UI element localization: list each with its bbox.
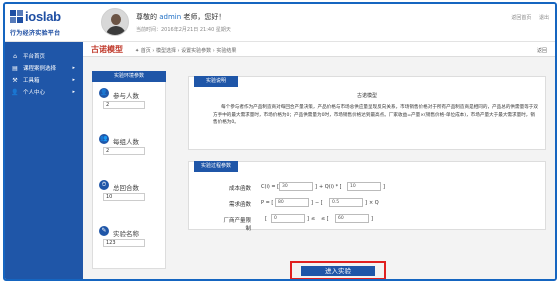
breadcrumb-path[interactable]: ✦ 首页 › 模型选择 › 设置实验参数 › 实验结果 bbox=[135, 47, 236, 54]
eq-text: [ bbox=[265, 216, 267, 222]
demand-slope-input[interactable]: 0.5 bbox=[329, 198, 363, 207]
output-max-input[interactable]: 60 bbox=[335, 214, 369, 223]
cost-function-row: 成本函数 C(i) = [ 30 ] + Q(i) * [ 10 ] bbox=[189, 182, 547, 192]
eq-text: − [ bbox=[315, 200, 323, 206]
row-label: 需求函数 bbox=[228, 202, 251, 208]
chevron-right-icon: ▸ bbox=[72, 65, 75, 71]
eq-text: ] bbox=[315, 184, 317, 190]
enter-experiment-button[interactable]: 进入实验 bbox=[301, 266, 375, 276]
clock-icon: ⏱ bbox=[99, 180, 109, 190]
avatar[interactable] bbox=[101, 8, 129, 36]
rounds-field[interactable]: 10 bbox=[103, 193, 145, 201]
tag-icon: ✎ bbox=[99, 226, 109, 236]
chevron-right-icon: ▸ bbox=[72, 77, 75, 83]
cost-unit-input[interactable]: 10 bbox=[347, 182, 381, 191]
demand-intercept-input[interactable]: 80 bbox=[275, 198, 309, 207]
group-size-field[interactable]: 2 bbox=[103, 147, 145, 155]
param-label: 参与人数 bbox=[113, 92, 139, 100]
output-limit-row: 厂商产量限制 [ 0 ] ≤ ≤ [ 60 ] bbox=[189, 214, 547, 232]
process-params-panel: 实验过程参数 成本函数 C(i) = [ 30 ] + Q(i) * [ 10 … bbox=[188, 161, 547, 232]
logo[interactable]: ioslab 行为经济实验平台 bbox=[10, 8, 76, 38]
output-min-input[interactable]: 0 bbox=[271, 214, 305, 223]
eq-text: ] bbox=[365, 200, 367, 206]
chevron-right-icon: ▸ bbox=[72, 89, 75, 95]
greeting-prefix: 尊敬的 bbox=[136, 13, 157, 21]
logo-subtitle: 行为经济实验平台 bbox=[10, 30, 61, 37]
sidebar-item-profile[interactable]: 👤 个人中心 ▸ bbox=[5, 86, 83, 98]
eq-text: C(i) = [ bbox=[261, 184, 280, 190]
book-icon: ▤ bbox=[12, 64, 18, 72]
eq-text: P = [ bbox=[261, 200, 274, 206]
breadcrumb: 古诺模型 ✦ 首页 › 模型选择 › 设置实验参数 › 实验结果 返回 bbox=[83, 42, 555, 57]
sidebar-item-label: 个人中心 bbox=[23, 90, 46, 96]
demand-function-row: 需求函数 P = [ 80 ] − [ 0.5 ] × Q bbox=[189, 198, 547, 208]
eq-text: ] bbox=[307, 216, 309, 222]
user-name[interactable]: admin bbox=[159, 13, 181, 21]
process-params-title: 实验过程参数 bbox=[194, 161, 238, 172]
eq-text: ] bbox=[371, 216, 373, 222]
sidebar: ⌂ 平台首页 ▤ 课程案例选择 ▸ ⚒ 工具箱 ▸ 👤 个人中心 ▸ bbox=[5, 42, 83, 279]
participants-field[interactable]: 2 bbox=[103, 101, 145, 109]
eq-text: × Q bbox=[369, 200, 379, 206]
intro-panel: 实验说明 古诺模型 每个参与者作为产品制造商对每回合产量决策，产品价格与市场总供… bbox=[188, 76, 546, 150]
intro-panel-title: 实验说明 bbox=[194, 76, 238, 87]
param-label: 实验名称 bbox=[113, 230, 139, 238]
eq-text: ] bbox=[311, 200, 313, 206]
sidebar-item-home[interactable]: ⌂ 平台首页 bbox=[5, 50, 83, 62]
row-label: 成本函数 bbox=[228, 186, 251, 192]
eq-text: ] bbox=[383, 184, 385, 190]
logo-mark-icon bbox=[10, 10, 24, 24]
sidebar-item-label: 工具箱 bbox=[23, 78, 40, 84]
param-label: 每组人数 bbox=[113, 138, 139, 146]
row-label: 厂商产量限制 bbox=[223, 218, 251, 232]
person-icon: 👤 bbox=[99, 88, 109, 98]
param-label: 总回合数 bbox=[113, 184, 139, 192]
user-icon: 👤 bbox=[11, 88, 19, 96]
current-time: 当前时间：2016年2月21日 21:40 星期天 bbox=[136, 27, 231, 33]
env-params-title: 实验环境参数 bbox=[92, 71, 166, 82]
sidebar-item-label: 平台首页 bbox=[23, 54, 46, 60]
home-icon: ⌂ bbox=[13, 52, 17, 60]
logo-text: ioslab bbox=[25, 9, 61, 24]
greeting: 尊敬的 admin 老师，您好！ bbox=[136, 12, 225, 22]
env-params-panel: 实验环境参数 👤 参与人数 2 👥 每组人数 2 ⏱ 总回合数 10 ✎ 实验名… bbox=[92, 71, 166, 269]
eq-text: ≤ bbox=[311, 216, 316, 222]
top-header: ioslab 行为经济实验平台 尊敬的 admin 老师，您好！ 当前时间：20… bbox=[5, 4, 555, 42]
intro-text: 每个参与者作为产品制造商对每回合产量决策，产品价格与市场总供应量呈现反向关系，市… bbox=[213, 105, 538, 125]
back-link[interactable]: 返回 bbox=[537, 47, 547, 54]
main-content: 古诺模型 ✦ 首页 › 模型选择 › 设置实验参数 › 实验结果 返回 实验环境… bbox=[83, 42, 555, 279]
sidebar-item-label: 课程案例选择 bbox=[23, 66, 57, 72]
greeting-suffix: 老师，您好！ bbox=[183, 13, 226, 21]
logout-link[interactable]: 退出 bbox=[539, 15, 549, 21]
app-frame: ioslab 行为经济实验平台 尊敬的 admin 老师，您好！ 当前时间：20… bbox=[3, 2, 557, 281]
cost-fixed-input[interactable]: 30 bbox=[279, 182, 313, 191]
header-links: 返回首页 退出 bbox=[505, 14, 549, 21]
page-title: 古诺模型 bbox=[91, 45, 123, 54]
intro-subtitle: 古诺模型 bbox=[356, 93, 377, 99]
tools-icon: ⚒ bbox=[12, 76, 18, 84]
sidebar-item-course[interactable]: ▤ 课程案例选择 ▸ bbox=[5, 62, 83, 74]
experiment-name-field[interactable]: 123 bbox=[103, 239, 145, 247]
group-icon: 👥 bbox=[99, 134, 109, 144]
eq-text: ≤ [ bbox=[321, 216, 329, 222]
enter-button-highlight: 进入实验 bbox=[290, 261, 386, 279]
home-link[interactable]: 返回首页 bbox=[511, 15, 531, 21]
eq-text: + Q(i) * [ bbox=[319, 184, 342, 190]
sidebar-item-toolbox[interactable]: ⚒ 工具箱 ▸ bbox=[5, 74, 83, 86]
